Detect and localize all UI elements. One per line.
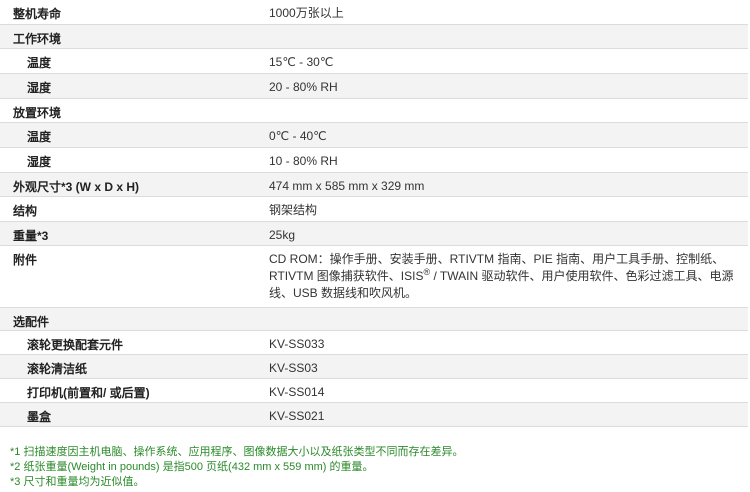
spec-label: 滚轮更换配套元件 bbox=[27, 338, 124, 352]
spec-section-options: 选配件 bbox=[0, 308, 748, 331]
spec-value: KV-SS033 bbox=[269, 337, 325, 351]
spec-row-printer: 打印机(前置和/ 或后置) KV-SS014 bbox=[0, 379, 748, 403]
spec-value: 0℃ - 40℃ bbox=[269, 129, 327, 143]
spec-label: 温度 bbox=[27, 130, 52, 144]
spec-value: 1000万张以上 bbox=[269, 6, 344, 20]
spec-value: 15℃ - 30℃ bbox=[269, 55, 334, 69]
spec-section-label: 放置环境 bbox=[13, 106, 62, 120]
spec-value: KV-SS021 bbox=[269, 409, 325, 423]
spec-label: 外观尺寸*3 (W x D x H) bbox=[13, 180, 140, 194]
accessories-text: RTIVTM 图像捕获软件、ISIS bbox=[269, 269, 424, 283]
spec-value: 钢架结构 bbox=[269, 203, 318, 217]
accessories-line-3: 线、USB 数据线和吹风机。 bbox=[269, 286, 418, 300]
spec-value bbox=[262, 308, 748, 313]
spec-value-accessories: CD ROM：操作手册、安装手册、RTIVTM 指南、PIE 指南、用户工具手册… bbox=[262, 246, 748, 302]
spec-section-operating-env: 工作环境 bbox=[0, 25, 748, 49]
spec-label: 温度 bbox=[27, 56, 52, 70]
spec-section-label: 工作环境 bbox=[13, 32, 62, 46]
spec-section-label: 选配件 bbox=[13, 315, 50, 329]
spec-value bbox=[262, 99, 748, 104]
spec-label: 墨盒 bbox=[27, 410, 52, 424]
spec-value: 20 - 80% RH bbox=[269, 80, 338, 94]
spec-value: KV-SS03 bbox=[269, 361, 318, 375]
spec-row-lifetime: 整机寿命 1000万张以上 bbox=[0, 0, 748, 25]
accessories-text: / TWAIN 驱动软件、用户使用软件、色彩过滤工具、电源 bbox=[430, 269, 734, 283]
spec-row-storage-temperature: 温度 0℃ - 40℃ bbox=[0, 123, 748, 148]
spec-value: 10 - 80% RH bbox=[269, 154, 338, 168]
spec-label: 湿度 bbox=[27, 81, 52, 95]
accessories-line-2: RTIVTM 图像捕获软件、ISIS® / TWAIN 驱动软件、用户使用软件、… bbox=[269, 268, 748, 285]
footnote: *2 纸张重量(Weight in pounds) 是指500 页纸(432 m… bbox=[10, 461, 374, 473]
spec-row-roller-cleaning-paper: 滚轮清洁纸 KV-SS03 bbox=[0, 355, 748, 379]
spec-label: 滚轮清洁纸 bbox=[27, 362, 88, 376]
spec-label: 结构 bbox=[13, 204, 38, 218]
spec-row-operating-temperature: 温度 15℃ - 30℃ bbox=[0, 49, 748, 74]
spec-label: 打印机(前置和/ 或后置) bbox=[27, 386, 150, 400]
spec-label: 重量*3 bbox=[13, 229, 49, 243]
spec-value bbox=[262, 25, 748, 30]
spec-value: 25kg bbox=[269, 228, 296, 242]
spec-row-weight: 重量*3 25kg bbox=[0, 222, 748, 246]
spec-row-dimensions: 外观尺寸*3 (W x D x H) 474 mm x 585 mm x 329… bbox=[0, 173, 748, 197]
spec-value: 474 mm x 585 mm x 329 mm bbox=[269, 179, 425, 193]
spec-row-roller-kit: 滚轮更换配套元件 KV-SS033 bbox=[0, 331, 748, 355]
accessories-line-1: CD ROM：操作手册、安装手册、RTIVTM 指南、PIE 指南、用户工具手册… bbox=[269, 252, 725, 266]
spec-row-structure: 结构 钢架结构 bbox=[0, 197, 748, 222]
spec-row-storage-humidity: 湿度 10 - 80% RH bbox=[0, 148, 748, 173]
spec-label: 附件 bbox=[13, 253, 38, 267]
spec-label: 整机寿命 bbox=[13, 7, 62, 21]
spec-label: 湿度 bbox=[27, 155, 52, 169]
footnote: *1 扫描速度因主机电脑、操作系统、应用程序、图像数据大小以及纸张类型不同而存在… bbox=[10, 446, 464, 458]
spec-table: 整机寿命 1000万张以上 工作环境 温度 15℃ - 30℃ 湿度 20 - … bbox=[0, 0, 748, 427]
footnote: *3 尺寸和重量均为近似值。 bbox=[10, 476, 145, 488]
spec-row-accessories: 附件 CD ROM：操作手册、安装手册、RTIVTM 指南、PIE 指南、用户工… bbox=[0, 246, 748, 308]
spec-section-storage-env: 放置环境 bbox=[0, 99, 748, 123]
spec-row-ink-cartridge: 墨盒 KV-SS021 bbox=[0, 403, 748, 427]
spec-row-operating-humidity: 湿度 20 - 80% RH bbox=[0, 74, 748, 99]
spec-value: KV-SS014 bbox=[269, 385, 325, 399]
footnotes: *1 扫描速度因主机电脑、操作系统、应用程序、图像数据大小以及纸张类型不同而存在… bbox=[10, 445, 745, 490]
